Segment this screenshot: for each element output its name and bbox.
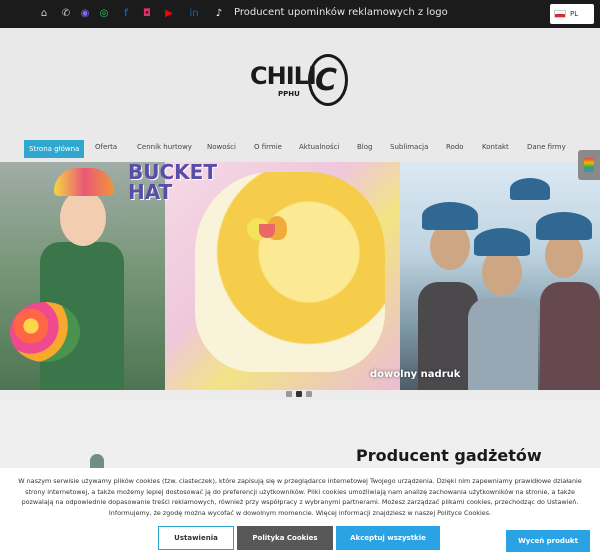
cookie-settings-button[interactable]: Ustawienia: [158, 526, 234, 550]
section-heading: Producent gadżetów: [356, 446, 542, 465]
language-switcher[interactable]: PL: [550, 4, 594, 24]
google-icon: [584, 158, 594, 172]
site-tagline: Producent upominków reklamowych z logo: [234, 7, 448, 18]
messenger-icon[interactable]: ◉: [77, 6, 93, 22]
nav-item-1[interactable]: Strona główna: [24, 140, 85, 158]
nav-item-2[interactable]: Oferta: [95, 143, 117, 151]
nav-item-11[interactable]: Dane firmy: [527, 143, 566, 151]
top-bar: ⌂ ✆ ◉ ◎ f ◘ ▶ in ♪ Producent upominków reklamowy…: [0, 0, 600, 28]
slider-dots: [286, 391, 312, 397]
facebook-icon[interactable]: f: [118, 6, 134, 22]
instagram-icon[interactable]: ◘: [139, 6, 155, 22]
site-header: CHILI PPHU C: [0, 28, 600, 136]
cookie-text: W naszym serwisie używamy plików cookies…: [18, 477, 582, 517]
slider-dot[interactable]: [296, 391, 302, 397]
youtube-icon[interactable]: ▶: [161, 6, 177, 22]
tiktok-icon[interactable]: ♪: [211, 6, 227, 22]
nav-item-9[interactable]: Rodo: [446, 143, 464, 151]
nav-item-8[interactable]: Sublimacja: [390, 143, 428, 151]
nav-item-6[interactable]: Aktualności: [299, 143, 339, 151]
slider-overlay: [0, 162, 600, 390]
phone-icon[interactable]: ✆: [58, 6, 74, 22]
nav-item-5[interactable]: O firmie: [254, 143, 282, 151]
home-icon[interactable]: ⌂: [36, 6, 52, 22]
linkedin-icon[interactable]: in: [186, 6, 202, 22]
slider-dot[interactable]: [286, 391, 292, 397]
whatsapp-icon[interactable]: ◎: [96, 6, 112, 22]
poland-flag-icon: [554, 10, 566, 18]
nav-item-10[interactable]: Kontakt: [482, 143, 509, 151]
google-reviews-tab[interactable]: [578, 150, 600, 180]
slider-dot[interactable]: [306, 391, 312, 397]
logo-subtitle: PPHU: [278, 90, 300, 98]
logo-wordmark: CHILI: [250, 62, 317, 90]
hero-slider[interactable]: BUCKET HAT dowolny nadruk: [0, 162, 600, 390]
logo-c-letter: C: [315, 63, 338, 98]
nav-item-3[interactable]: Cennik hurtowy: [137, 143, 192, 151]
logo-c-mark: C: [308, 54, 348, 106]
language-code: PL: [570, 10, 579, 18]
nav-item-4[interactable]: Nowości: [207, 143, 236, 151]
main-nav: Strona główna Oferta Cennik hurtowy Nowości…: [0, 136, 600, 162]
accept-all-button[interactable]: Akceptuj wszystkie: [336, 526, 440, 550]
choose-product-button[interactable]: Wyceń produkt: [506, 530, 590, 552]
nav-item-7[interactable]: Blog: [357, 143, 372, 151]
cookie-policy-button[interactable]: Polityka Cookies: [237, 526, 333, 550]
chili-logo[interactable]: CHILI PPHU C: [250, 54, 350, 114]
plant-image: [90, 454, 104, 468]
